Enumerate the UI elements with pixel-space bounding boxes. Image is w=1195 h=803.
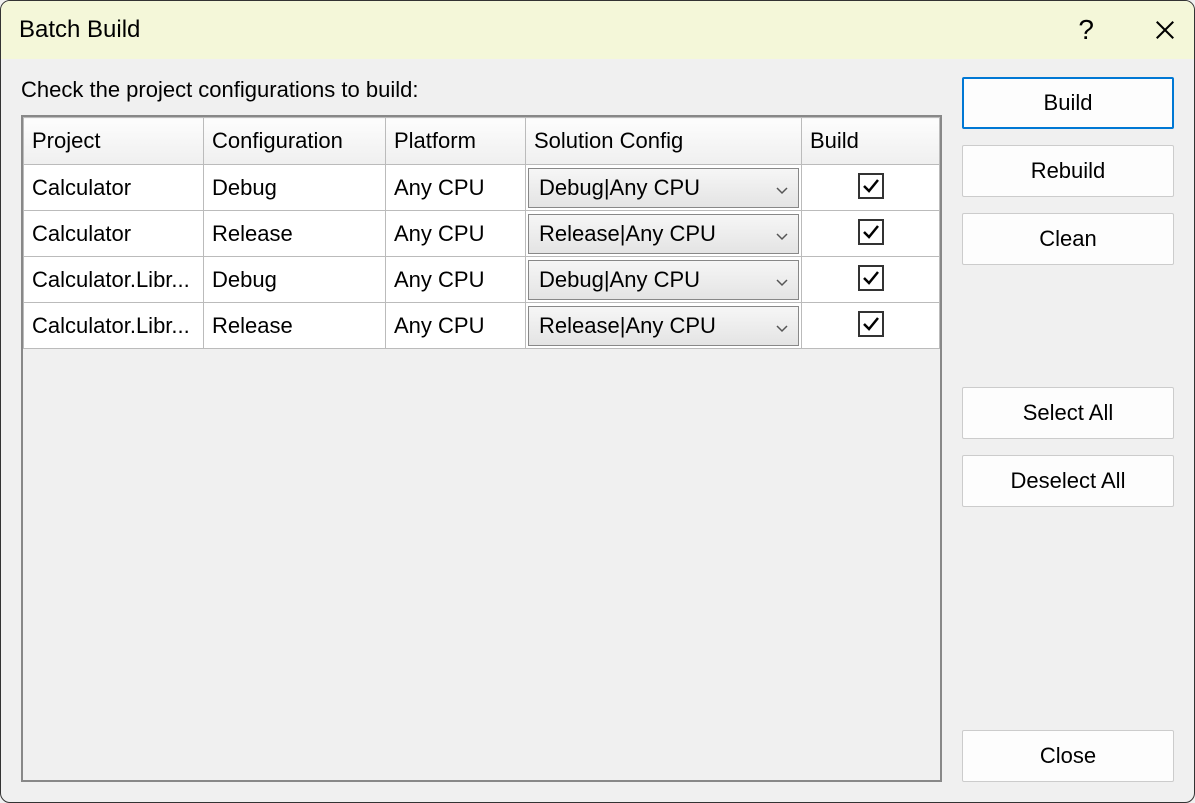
table-header-row: Project Configuration Platform Solution … [24, 118, 940, 165]
spacer [962, 523, 1174, 714]
cell-configuration: Release [204, 211, 386, 257]
cell-configuration: Release [204, 303, 386, 349]
cell-build [802, 303, 940, 349]
solution-config-dropdown[interactable]: Debug|Any CPU [528, 260, 799, 300]
chevron-down-icon [776, 175, 788, 201]
cell-platform: Any CPU [386, 165, 526, 211]
col-header-platform[interactable]: Platform [386, 118, 526, 165]
cell-platform: Any CPU [386, 303, 526, 349]
build-checkbox[interactable] [858, 265, 884, 291]
build-checkbox[interactable] [858, 219, 884, 245]
button-panel: Build Rebuild Clean Select All Deselect … [962, 77, 1174, 782]
cell-project: Calculator [24, 165, 204, 211]
cell-project: Calculator.Libr... [24, 303, 204, 349]
build-button[interactable]: Build [962, 77, 1174, 129]
left-pane: Check the project configurations to buil… [21, 77, 942, 782]
col-header-configuration[interactable]: Configuration [204, 118, 386, 165]
dropdown-value: Debug|Any CPU [539, 267, 700, 293]
build-checkbox[interactable] [858, 173, 884, 199]
cell-solution-config: Debug|Any CPU [526, 257, 802, 303]
clean-button[interactable]: Clean [962, 213, 1174, 265]
cell-configuration: Debug [204, 257, 386, 303]
build-checkbox[interactable] [858, 311, 884, 337]
table-row[interactable]: Calculator.Libr... Debug Any CPU Debug|A… [24, 257, 940, 303]
close-icon[interactable] [1154, 19, 1176, 41]
close-button[interactable]: Close [962, 730, 1174, 782]
cell-solution-config: Debug|Any CPU [526, 165, 802, 211]
deselect-all-button[interactable]: Deselect All [962, 455, 1174, 507]
col-header-solution-config[interactable]: Solution Config [526, 118, 802, 165]
cell-configuration: Debug [204, 165, 386, 211]
rebuild-button[interactable]: Rebuild [962, 145, 1174, 197]
spacer [962, 281, 1174, 371]
cell-project: Calculator.Libr... [24, 257, 204, 303]
table-row[interactable]: Calculator.Libr... Release Any CPU Relea… [24, 303, 940, 349]
table-row[interactable]: Calculator Release Any CPU Release|Any C… [24, 211, 940, 257]
chevron-down-icon [776, 313, 788, 339]
batch-build-dialog: Batch Build ? Check the project configur… [0, 0, 1195, 803]
col-header-build[interactable]: Build [802, 118, 940, 165]
cell-project: Calculator [24, 211, 204, 257]
solution-config-dropdown[interactable]: Debug|Any CPU [528, 168, 799, 208]
cell-build [802, 257, 940, 303]
cell-platform: Any CPU [386, 257, 526, 303]
select-all-button[interactable]: Select All [962, 387, 1174, 439]
config-table: Project Configuration Platform Solution … [23, 117, 940, 349]
instruction-text: Check the project configurations to buil… [21, 77, 942, 103]
titlebar-controls: ? [1078, 14, 1176, 46]
dialog-content: Check the project configurations to buil… [1, 59, 1194, 802]
help-icon[interactable]: ? [1078, 14, 1094, 46]
titlebar: Batch Build ? [1, 1, 1194, 59]
cell-solution-config: Release|Any CPU [526, 303, 802, 349]
dropdown-value: Release|Any CPU [539, 221, 716, 247]
dropdown-value: Debug|Any CPU [539, 175, 700, 201]
config-grid: Project Configuration Platform Solution … [21, 115, 942, 782]
col-header-project[interactable]: Project [24, 118, 204, 165]
dialog-title: Batch Build [19, 16, 140, 44]
cell-build [802, 165, 940, 211]
cell-solution-config: Release|Any CPU [526, 211, 802, 257]
solution-config-dropdown[interactable]: Release|Any CPU [528, 306, 799, 346]
cell-platform: Any CPU [386, 211, 526, 257]
table-row[interactable]: Calculator Debug Any CPU Debug|Any CPU [24, 165, 940, 211]
cell-build [802, 211, 940, 257]
chevron-down-icon [776, 221, 788, 247]
solution-config-dropdown[interactable]: Release|Any CPU [528, 214, 799, 254]
chevron-down-icon [776, 267, 788, 293]
dropdown-value: Release|Any CPU [539, 313, 716, 339]
